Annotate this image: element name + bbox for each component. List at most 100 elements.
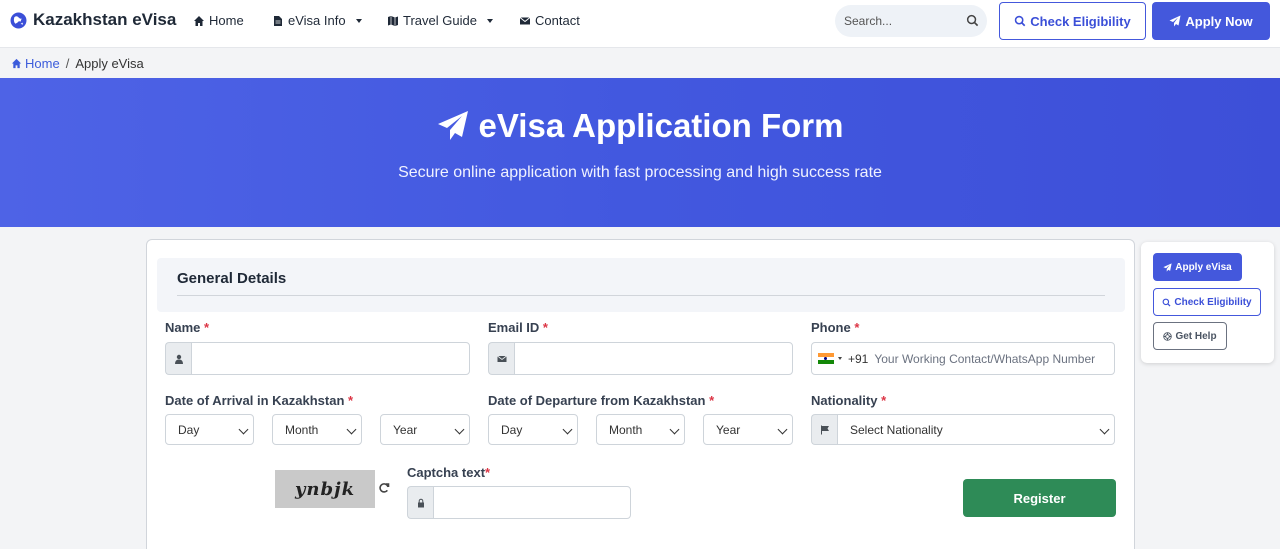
chevron-down-icon [355, 19, 362, 23]
search-box [835, 5, 987, 37]
page-title: eVisa Application Form [0, 107, 1280, 145]
chevron-down-icon [777, 424, 788, 435]
refresh-icon[interactable] [378, 482, 390, 494]
phone-country-code: +91 [848, 351, 869, 366]
email-label: Email ID * [488, 320, 548, 335]
side-apply-evisa-button[interactable]: Apply eVisa [1153, 253, 1242, 281]
nav-travel-guide[interactable]: Travel Guide [387, 13, 493, 28]
apply-now-button[interactable]: Apply Now [1152, 2, 1270, 40]
departure-label-text: Date of Departure from Kazakhstan [488, 393, 706, 408]
email-input[interactable] [514, 342, 793, 375]
nationality-label-text: Nationality [811, 393, 878, 408]
nav-contact-label: Contact [535, 13, 580, 28]
departure-label: Date of Departure from Kazakhstan * [488, 393, 714, 408]
nationality-label: Nationality * [811, 393, 886, 408]
section-divider [177, 295, 1105, 296]
search-icon[interactable] [966, 14, 979, 27]
nav-home-label: Home [209, 13, 244, 28]
nationality-addon [811, 414, 837, 445]
globe-icon [10, 12, 27, 28]
lifebuoy-icon [1163, 331, 1173, 341]
chevron-down-icon [669, 424, 680, 435]
chevron-down-icon [562, 424, 573, 435]
check-eligibility-button[interactable]: Check Eligibility [999, 2, 1146, 40]
chevron-down-icon [1099, 424, 1110, 435]
lock-icon [417, 498, 424, 507]
side-apply-label: Apply eVisa [1175, 261, 1232, 273]
departure-day-select[interactable]: Day [488, 414, 578, 445]
departure-month-value: Month [609, 422, 643, 437]
breadcrumb-home-label: Home [25, 56, 60, 71]
departure-year-select[interactable]: Year [703, 414, 793, 445]
search-icon [1162, 298, 1171, 306]
phone-input[interactable] [874, 351, 1114, 366]
apply-now-label: Apply Now [1185, 13, 1253, 29]
page-subtitle: Secure online application with fast proc… [398, 164, 882, 181]
section-header: General Details [157, 258, 1125, 312]
arrival-year-value: Year [393, 422, 418, 437]
email-label-text: Email ID [488, 320, 540, 335]
home-icon [11, 58, 22, 69]
brand-name: Kazakhstan eVisa [33, 10, 177, 29]
nav-evisa-info[interactable]: eVisa Info [272, 13, 362, 28]
arrival-month-select[interactable]: Month [272, 414, 362, 445]
flag-icon [820, 425, 829, 434]
name-input[interactable] [191, 342, 470, 375]
phone-field: +91 [811, 342, 1115, 375]
phone-label-text: Phone [811, 320, 851, 335]
lock-addon [407, 486, 433, 519]
captcha-input[interactable] [433, 486, 631, 519]
side-check-eligibility-button[interactable]: Check Eligibility [1153, 288, 1261, 316]
name-label: Name * [165, 320, 209, 335]
page-title-text: eVisa Application Form [478, 107, 844, 144]
search-input[interactable] [835, 5, 965, 37]
arrival-day-select[interactable]: Day [165, 414, 254, 445]
required-mark: * [542, 320, 548, 335]
envelope-icon [519, 16, 531, 24]
register-button[interactable]: Register [963, 479, 1116, 517]
file-icon [274, 15, 282, 26]
nav-home[interactable]: Home [193, 13, 244, 28]
name-label-text: Name [165, 320, 201, 335]
captcha-label-text: Captcha text [407, 465, 486, 480]
hero-banner: eVisa Application Form Secure online app… [0, 78, 1280, 227]
chevron-down-icon [454, 424, 465, 435]
required-mark: * [881, 393, 887, 408]
departure-month-select[interactable]: Month [596, 414, 685, 445]
arrival-label: Date of Arrival in Kazakhstan * [165, 393, 353, 408]
captcha-image-text: ynbjk [294, 478, 356, 500]
captcha-image: ynbjk [275, 470, 375, 508]
arrival-year-select[interactable]: Year [380, 414, 470, 445]
envelope-icon [496, 355, 507, 362]
required-mark: * [854, 320, 860, 335]
chevron-down-icon [838, 357, 842, 360]
nav-contact[interactable]: Contact [519, 13, 580, 28]
nationality-select[interactable]: Select Nationality [837, 414, 1115, 445]
map-icon [388, 15, 398, 26]
nav-evisa-info-label: eVisa Info [288, 13, 346, 28]
required-mark: * [204, 320, 210, 335]
paper-plane-icon [1169, 15, 1181, 27]
side-help-label: Get Help [1175, 330, 1217, 342]
nav-travel-guide-label: Travel Guide [403, 13, 477, 28]
top-navbar: Kazakhstan eVisa Home eVisa Info Travel … [0, 0, 1280, 48]
check-eligibility-label: Check Eligibility [1030, 13, 1131, 29]
user-addon [165, 342, 191, 375]
brand-logo[interactable]: Kazakhstan eVisa [10, 10, 176, 30]
india-flag-icon[interactable] [818, 353, 834, 365]
departure-day-value: Day [501, 422, 523, 437]
breadcrumb: Home / Apply eVisa [11, 56, 144, 71]
phone-label: Phone * [811, 320, 859, 335]
arrival-month-value: Month [285, 422, 319, 437]
email-addon [488, 342, 514, 375]
breadcrumb-current: Apply eVisa [75, 56, 144, 71]
required-mark: * [348, 393, 354, 408]
breadcrumb-home[interactable]: Home [11, 56, 60, 71]
arrival-label-text: Date of Arrival in Kazakhstan [165, 393, 345, 408]
floating-action-panel: Apply eVisa Check Eligibility Get Help [1141, 242, 1274, 363]
side-get-help-button[interactable]: Get Help [1153, 322, 1227, 350]
paper-plane-icon [1163, 262, 1172, 272]
chevron-down-icon [346, 424, 357, 435]
chevron-down-icon [238, 424, 249, 435]
nationality-value: Select Nationality [850, 422, 943, 437]
